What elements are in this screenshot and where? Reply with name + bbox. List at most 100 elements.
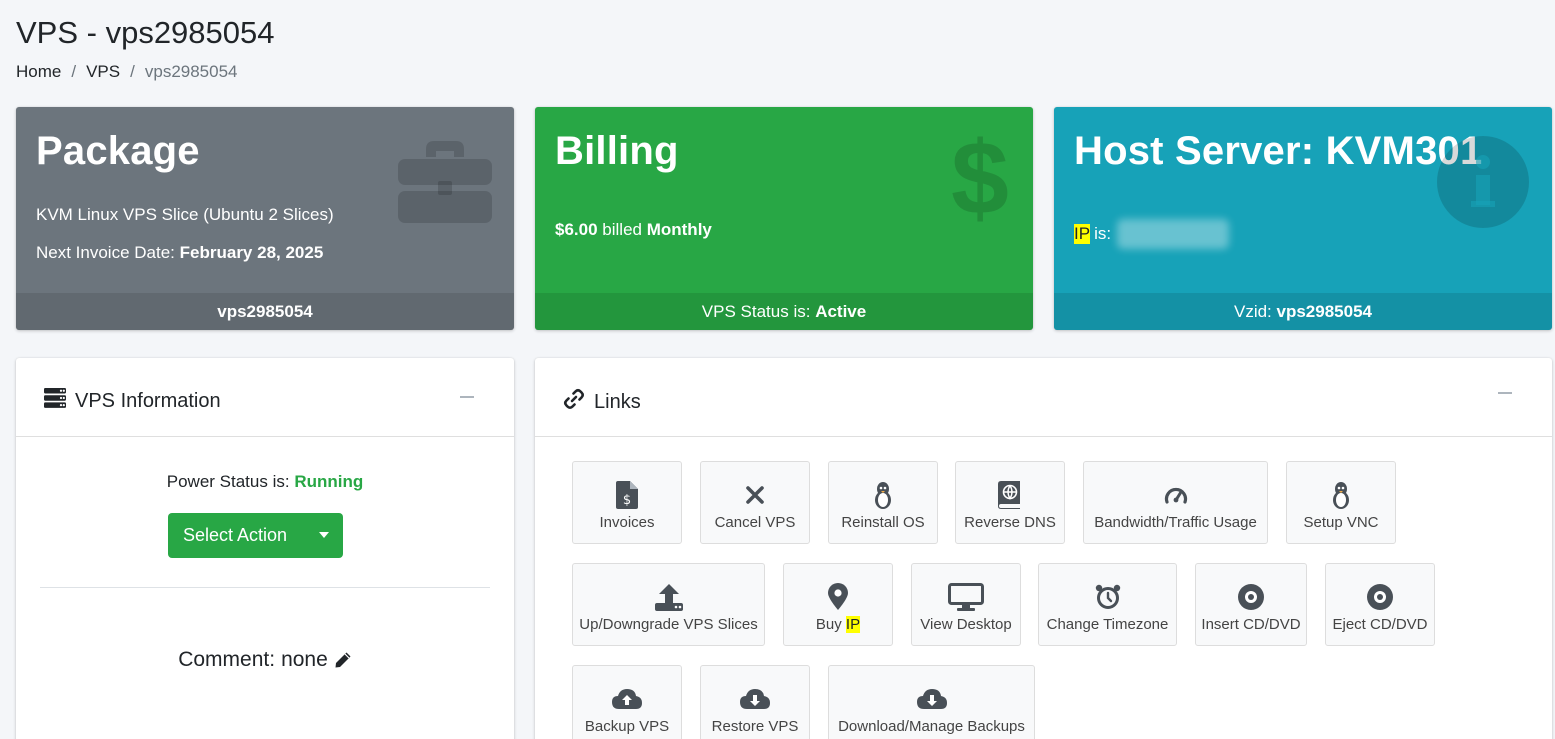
linux-icon <box>872 480 894 510</box>
billing-billed-text: billed <box>602 220 642 239</box>
buy-ip-button[interactable]: Buy IP <box>783 563 893 646</box>
billing-line: $6.00 billed Monthly <box>555 220 712 240</box>
comment-label: Comment: <box>178 648 276 671</box>
download-manage-backups-button[interactable]: Download/Manage Backups <box>828 665 1035 739</box>
restore-vps-label: Restore VPS <box>711 718 799 735</box>
svg-text:$: $ <box>623 493 631 508</box>
setup-vnc-label: Setup VNC <box>1303 514 1379 531</box>
vzid-footer[interactable]: Vzid: vps2985054 <box>1054 293 1552 330</box>
power-status: Power Status is: Running <box>16 472 514 492</box>
breadcrumb-separator: / <box>71 62 77 81</box>
comment-line: Comment: none <box>16 648 514 672</box>
up-downgrade-vps-slices-label: Up/Downgrade VPS Slices <box>579 616 758 633</box>
comment-value: none <box>281 648 328 671</box>
links-card: Links $ Invoices Cancel VPS Reinstall OS… <box>535 358 1552 739</box>
insert-cd-dvd-label: Insert CD/DVD <box>1201 616 1301 633</box>
briefcase-icon <box>396 139 494 230</box>
setup-vnc-button[interactable]: Setup VNC <box>1286 461 1396 544</box>
caret-down-icon <box>319 532 329 538</box>
next-invoice-line: Next Invoice Date: February 28, 2025 <box>36 243 323 263</box>
view-desktop-label: View Desktop <box>920 616 1012 633</box>
invoice-icon: $ <box>616 480 638 510</box>
x-icon <box>745 480 765 510</box>
change-timezone-button[interactable]: Change Timezone <box>1038 563 1177 646</box>
map-pin-icon <box>827 582 849 612</box>
cloud-upload-icon <box>611 684 643 714</box>
restore-vps-button[interactable]: Restore VPS <box>700 665 810 739</box>
breadcrumb: Home / VPS / vps2985054 <box>16 62 238 82</box>
reverse-dns-button[interactable]: Reverse DNS <box>955 461 1065 544</box>
cancel-vps-button[interactable]: Cancel VPS <box>700 461 810 544</box>
breadcrumb-home-link[interactable]: Home <box>16 62 61 82</box>
buy-ip-label-highlight: IP <box>845 616 861 633</box>
host-ip-suffix: is: <box>1094 224 1112 243</box>
divider <box>40 587 490 588</box>
package-footer[interactable]: vps2985054 <box>16 293 514 330</box>
next-invoice-label: Next Invoice Date: <box>36 243 175 262</box>
bandwidth-traffic-usage-label: Bandwidth/Traffic Usage <box>1094 514 1257 531</box>
select-action-button[interactable]: Select Action <box>168 513 343 558</box>
reinstall-os-button[interactable]: Reinstall OS <box>828 461 938 544</box>
links-header: Links <box>535 358 1552 437</box>
backup-vps-label: Backup VPS <box>584 718 670 735</box>
host-ip-value-redacted <box>1117 219 1230 249</box>
info-circle-icon <box>1436 135 1530 234</box>
vps-status-footer[interactable]: VPS Status is: Active <box>535 293 1033 330</box>
change-timezone-label: Change Timezone <box>1046 616 1169 633</box>
package-title: Package <box>36 129 200 173</box>
links-title: Links <box>563 388 641 416</box>
pencil-icon[interactable] <box>334 651 352 669</box>
server-icon <box>44 388 66 414</box>
package-product: KVM Linux VPS Slice (Ubuntu 2 Slices) <box>36 205 334 224</box>
page-title: VPS - vps2985054 <box>16 15 275 50</box>
links-collapse-button[interactable] <box>1493 378 1517 402</box>
breadcrumb-separator: / <box>130 62 135 81</box>
vps-information-header: VPS Information <box>16 358 514 437</box>
disc-icon <box>1366 582 1394 612</box>
vzid-label: Vzid: <box>1233 302 1272 321</box>
vzid-value: vps2985054 <box>1276 302 1372 321</box>
cloud-download-icon <box>739 684 771 714</box>
linux-icon <box>1330 480 1352 510</box>
insert-cd-dvd-button[interactable]: Insert CD/DVD <box>1195 563 1307 646</box>
cloud-download-icon <box>916 684 948 714</box>
reverse-dns-label: Reverse DNS <box>964 514 1056 531</box>
package-footer-text: vps2985054 <box>217 302 313 321</box>
next-invoice-date: February 28, 2025 <box>179 243 324 262</box>
select-action-label: Select Action <box>183 525 288 545</box>
breadcrumb-current: vps2985054 <box>144 62 238 81</box>
vps-information-card: VPS Information Power Status is: Running… <box>16 358 514 739</box>
disc-icon <box>1237 582 1265 612</box>
upload-icon <box>654 582 684 612</box>
host-ip-label: IP <box>1074 224 1091 244</box>
link-icon <box>563 388 585 416</box>
eject-cd-dvd-label: Eject CD/DVD <box>1332 616 1428 633</box>
invoices-button[interactable]: $ Invoices <box>572 461 682 544</box>
breadcrumb-vps-link[interactable]: VPS <box>86 62 120 82</box>
gauge-icon <box>1164 480 1188 510</box>
backup-vps-button[interactable]: Backup VPS <box>572 665 682 739</box>
billing-period: Monthly <box>646 220 712 239</box>
vps-information-collapse-button[interactable] <box>455 382 479 406</box>
bandwidth-traffic-usage-button[interactable]: Bandwidth/Traffic Usage <box>1083 461 1268 544</box>
view-desktop-button[interactable]: View Desktop <box>911 563 1021 646</box>
reinstall-os-label: Reinstall OS <box>841 514 925 531</box>
vps-information-title-text: VPS Information <box>75 389 221 412</box>
vps-status-value: Active <box>815 302 867 321</box>
vps-status-label: VPS Status is: <box>701 302 811 321</box>
links-title-text: Links <box>594 390 641 413</box>
alarm-clock-icon <box>1095 582 1121 612</box>
invoices-label: Invoices <box>599 514 655 531</box>
billing-box: Billing $6.00 billed Monthly $ VPS Statu… <box>535 107 1033 330</box>
download-manage-backups-label: Download/Manage Backups <box>838 718 1025 735</box>
vps-information-title: VPS Information <box>44 388 221 414</box>
billing-amount: $6.00 <box>555 220 598 239</box>
power-status-label: Power Status is: <box>166 472 290 491</box>
power-status-value: Running <box>294 472 364 491</box>
host-server-box: Host Server: KVM301 IP is: Vzid: vps2985… <box>1054 107 1552 330</box>
up-downgrade-vps-slices-button[interactable]: Up/Downgrade VPS Slices <box>572 563 765 646</box>
eject-cd-dvd-button[interactable]: Eject CD/DVD <box>1325 563 1435 646</box>
buy-ip-label-prefix: Buy <box>815 616 846 633</box>
cancel-vps-label: Cancel VPS <box>714 514 796 531</box>
billing-title: Billing <box>555 129 679 173</box>
